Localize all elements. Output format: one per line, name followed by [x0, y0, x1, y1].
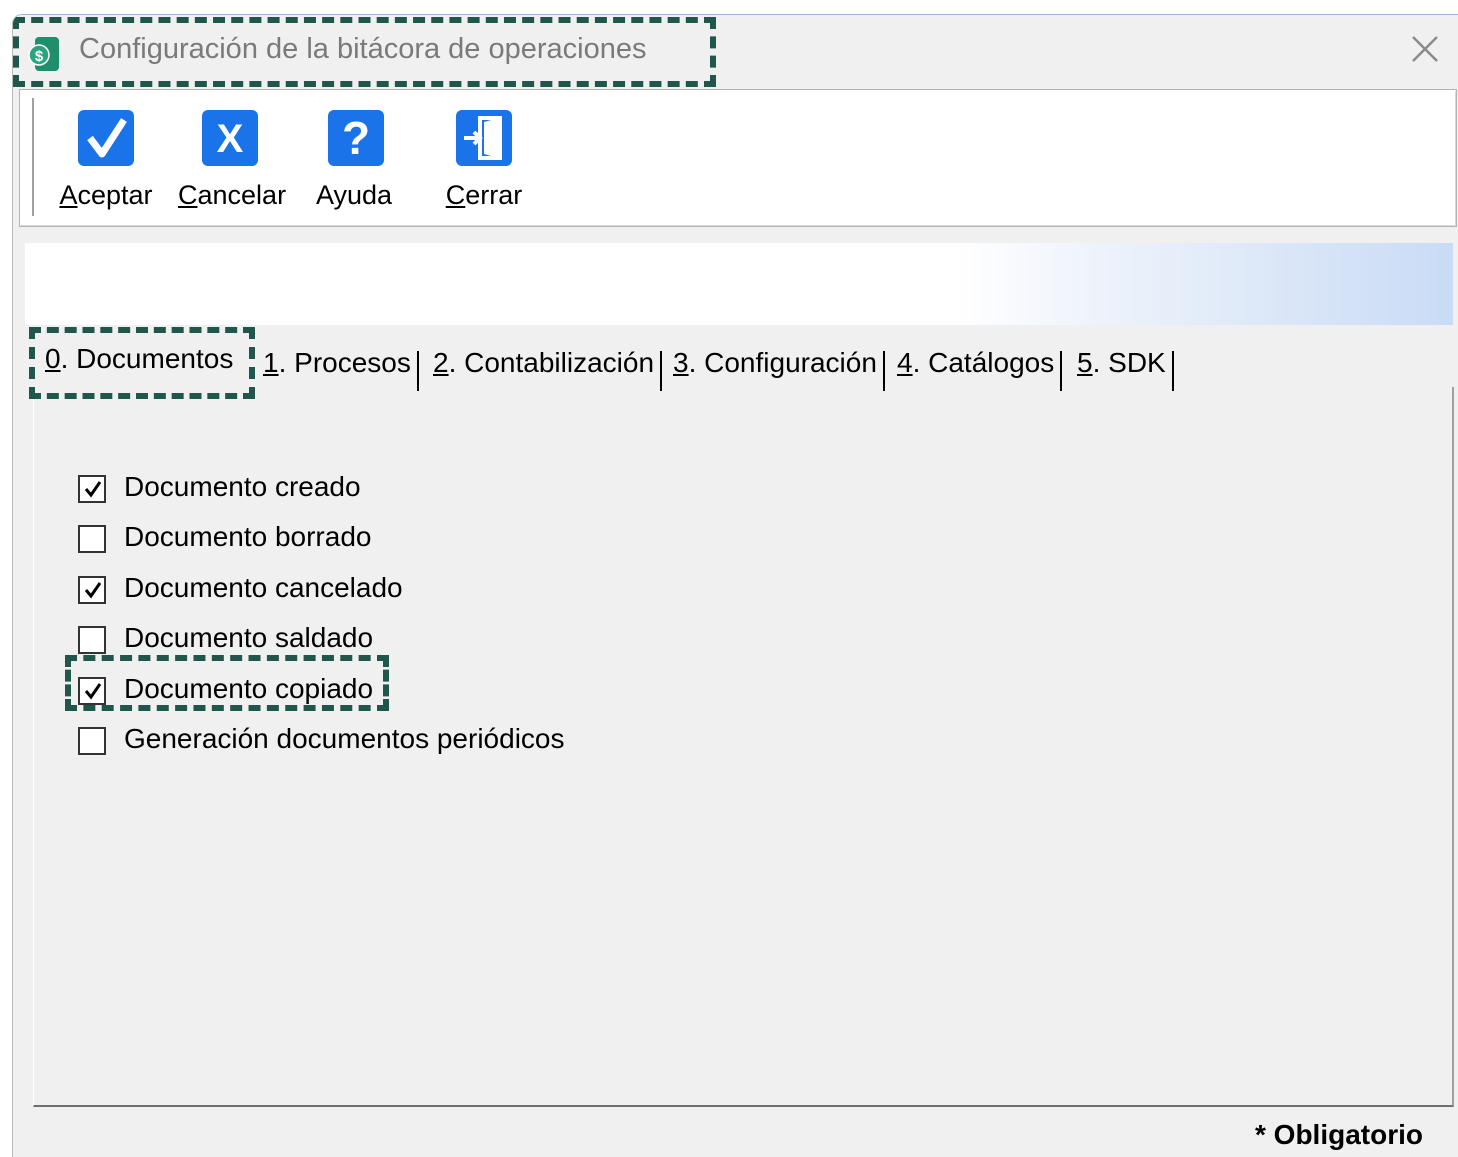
- check-icon: [78, 110, 134, 166]
- required-note: * Obligatorio: [1255, 1119, 1423, 1150]
- help-label: Ayuda: [315, 180, 393, 210]
- checkmark-icon: [84, 582, 102, 599]
- exit-door-icon: [456, 110, 512, 166]
- cancel-label: Cancelar: [178, 180, 287, 210]
- close-button[interactable]: Cerrar: [434, 108, 534, 218]
- checkmark-icon: [84, 481, 102, 498]
- checkbox-box[interactable]: [78, 475, 106, 503]
- checkbox-box[interactable]: [78, 727, 106, 755]
- dialog-window: $ Configuración de la bitácora de operac…: [12, 14, 1458, 1157]
- toolbar: Aceptar X Cancelar ? Ayuda Cerrar: [19, 89, 1457, 227]
- tab-procesos[interactable]: 1. Procesos: [263, 347, 419, 391]
- checkbox-box[interactable]: [78, 576, 106, 604]
- toolbar-grip: [32, 98, 34, 216]
- header-banner: [25, 243, 1453, 325]
- help-icon: ?: [328, 110, 384, 166]
- checkbox-box[interactable]: [78, 525, 106, 553]
- accept-button[interactable]: Aceptar: [56, 108, 156, 218]
- checkbox-label: Documento creado: [124, 471, 361, 502]
- tab-highlight-box: [29, 327, 255, 399]
- tab-panel-documentos: Documento creado Documento borrado Docum…: [33, 387, 1454, 1107]
- accept-label: Aceptar: [59, 180, 153, 210]
- tab-catalogos[interactable]: 4. Catálogos: [897, 347, 1063, 391]
- close-icon[interactable]: [1397, 29, 1451, 69]
- copiado-highlight-box: [65, 655, 389, 711]
- cancel-button[interactable]: X Cancelar: [178, 108, 287, 218]
- help-button[interactable]: ? Ayuda: [304, 108, 404, 218]
- close-label: Cerrar: [445, 180, 523, 210]
- tab-sdk[interactable]: 5. SDK: [1077, 347, 1174, 391]
- x-icon: X: [202, 110, 258, 166]
- checkbox-label: Documento saldado: [124, 622, 374, 653]
- title-bar: $ Configuración de la bitácora de operac…: [13, 15, 1458, 87]
- checkbox-box[interactable]: [78, 626, 106, 654]
- title-highlight-box: [13, 17, 716, 87]
- tab-contabilizacion[interactable]: 2. Contabilización: [433, 347, 663, 391]
- svg-text:?: ?: [342, 112, 370, 164]
- checkbox-label: Generación documentos periódicos: [124, 723, 565, 754]
- svg-text:X: X: [217, 117, 244, 161]
- tab-configuracion[interactable]: 3. Configuración: [673, 347, 885, 391]
- checkbox-label: Documento cancelado: [124, 572, 403, 603]
- checkbox-label: Documento borrado: [124, 521, 372, 552]
